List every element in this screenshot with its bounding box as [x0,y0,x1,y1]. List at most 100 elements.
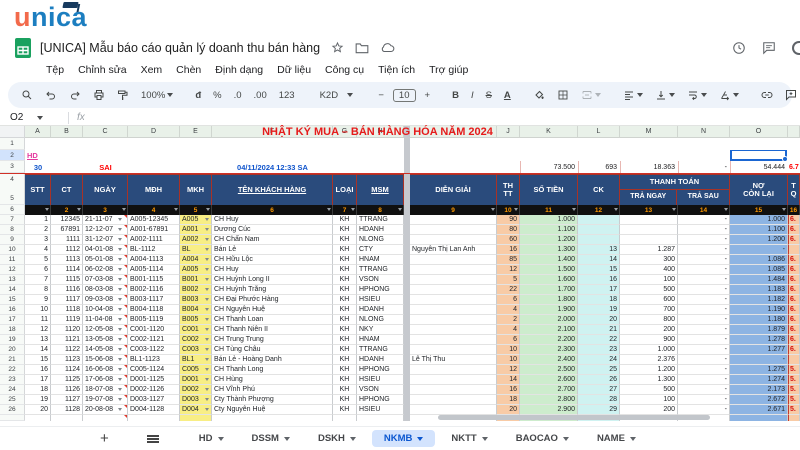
col-header-C[interactable]: C [83,126,128,138]
cell-th-tt[interactable]: 80 [497,225,520,235]
cell-dien-giai[interactable] [410,405,497,415]
merge-cells-icon[interactable] [578,87,604,103]
cell-p-cut[interactable] [788,245,800,255]
cell-mkh[interactable]: B005 [180,315,212,325]
header-p-cut[interactable]: TQ [788,174,800,205]
cell-ngay[interactable]: 05-01-08 [83,255,128,265]
select-all-corner[interactable] [0,126,25,138]
cell-mkh[interactable]: A005 [180,215,212,225]
cell-loai[interactable]: KH [333,225,357,235]
cell-th-tt[interactable]: 90 [497,215,520,225]
cell-ngay[interactable]: 06-02-08 [83,265,128,275]
cell-ck[interactable]: 21 [578,325,620,335]
cell-mkh[interactable]: B004 [180,305,212,315]
cell-stt[interactable]: 16 [25,365,51,375]
cell-mdh[interactable]: D002-1126 [128,385,180,395]
cell-ngay[interactable]: 11-04-08 [83,315,128,325]
cell-th-tt[interactable]: 18 [497,395,520,405]
cloud-saved-icon[interactable] [380,42,395,53]
sheet-tab[interactable]: HD [187,430,236,447]
row2-left-cells[interactable] [51,150,404,161]
cell-ct[interactable]: 1125 [51,375,83,385]
cell-mkh[interactable]: BL1 [180,355,212,365]
cell-mkh[interactable]: B001 [180,275,212,285]
cell-ct[interactable]: 1118 [51,305,83,315]
cell-dien-giai[interactable] [410,225,497,235]
row-header[interactable]: 19 [0,335,25,345]
cell-so-tien[interactable]: 2.400 [520,355,578,365]
cell-dien-giai[interactable] [410,295,497,305]
header-tra-sau[interactable]: TRẢ SAU [677,190,729,205]
cell-mdh[interactable]: A005-12345 [128,215,180,225]
cell-th-tt[interactable]: 6 [497,335,520,345]
sheet-tab[interactable]: DSSM [240,430,302,447]
horizontal-scrollbar[interactable] [438,415,710,420]
cell-tra-ngay[interactable]: 800 [620,315,678,325]
cell-mkh[interactable]: A001 [180,225,212,235]
cell-ck[interactable]: 28 [578,395,620,405]
paint-format-icon[interactable] [114,87,132,103]
cell-I3[interactable] [410,161,497,173]
cell-no-con-lai[interactable]: 1.182 [730,295,788,305]
cell-no-con-lai[interactable]: 1.190 [730,305,788,315]
total-ck[interactable]: 693 [578,161,620,173]
menu-item-data[interactable]: Dữ liệu [271,62,317,78]
cell-ck[interactable] [578,225,620,235]
cell-stt[interactable]: 6 [25,265,51,275]
cell-dien-giai[interactable] [410,235,497,245]
header-ct[interactable]: CT [51,174,83,205]
cell-loai[interactable]: KH [333,235,357,245]
cell-ten-khach-hang[interactable]: Bán Lẻ [212,245,333,255]
cell-tra-ngay[interactable]: 1.300 [620,375,678,385]
sheet-tab[interactable]: NAME [585,430,648,447]
cell-ngay[interactable]: 18-07-08 [83,385,128,395]
cell-so-tien[interactable]: 2.900 [520,405,578,415]
cell-so-tien[interactable]: 2.500 [520,365,578,375]
cell-p-cut[interactable]: 6. [788,235,800,245]
cell-msm[interactable]: HPHONG [357,395,404,405]
cell-mdh[interactable]: BL-1112 [128,245,180,255]
cell-so-tien[interactable]: 1.800 [520,295,578,305]
vertical-align-icon[interactable] [652,87,678,103]
cell-th-tt[interactable]: 85 [497,255,520,265]
horizontal-align-icon[interactable] [620,87,646,103]
cell-mkh[interactable]: D001 [180,375,212,385]
cell-C3-sai[interactable]: SAI [83,161,128,173]
cell-tra-ngay[interactable]: 1.000 [620,345,678,355]
cell-dien-giai[interactable] [410,215,497,225]
cell-th-tt[interactable]: 16 [497,245,520,255]
cell-msm[interactable]: HPHONG [357,365,404,375]
cell-tra-sau[interactable]: - [678,365,730,375]
cell-ct[interactable]: 1124 [51,365,83,375]
borders-icon[interactable] [554,87,572,103]
cell-stt[interactable]: 1 [25,215,51,225]
filter-cell[interactable]: 5 [180,205,212,215]
cell-msm[interactable]: TTRANG [357,215,404,225]
cell-tra-ngay[interactable]: 1.200 [620,365,678,375]
cell-dien-giai[interactable] [410,315,497,325]
cell-ngay[interactable]: 14-05-08 [83,345,128,355]
bold-button[interactable]: B [449,88,462,103]
row-header[interactable]: 15 [0,295,25,305]
cell-tra-sau[interactable]: - [678,265,730,275]
cell-ct[interactable]: 12345 [51,215,83,225]
header-thanh-toan[interactable]: THANH TOÁN [620,175,729,190]
cell-no-con-lai[interactable]: - [730,245,788,255]
cell-ngay[interactable]: 13-05-08 [83,335,128,345]
menu-item-tools[interactable]: Công cụ [319,62,370,78]
cell-no-con-lai[interactable]: 1.275 [730,365,788,375]
cell-stt[interactable]: 17 [25,375,51,385]
cell-D3[interactable] [128,161,180,173]
font-size-input[interactable]: 10 [392,88,416,102]
cell-ngay[interactable]: 04-01-08 [83,245,128,255]
header-ten-khach-hang[interactable]: TÊN KHÁCH HÀNG [212,174,333,205]
header-stt[interactable]: STT [25,174,51,205]
cell-ten-khach-hang[interactable]: CH Vĩnh Phú [212,385,333,395]
cell-mdh[interactable]: C005-1124 [128,365,180,375]
cell-tra-ngay[interactable]: 900 [620,335,678,345]
cell-tra-sau[interactable]: - [678,235,730,245]
cell-ten-khach-hang[interactable]: CH Hữu Lộc [212,255,333,265]
cell-dien-giai[interactable] [410,265,497,275]
cell-tra-sau[interactable]: - [678,335,730,345]
cell-stt[interactable]: 14 [25,345,51,355]
